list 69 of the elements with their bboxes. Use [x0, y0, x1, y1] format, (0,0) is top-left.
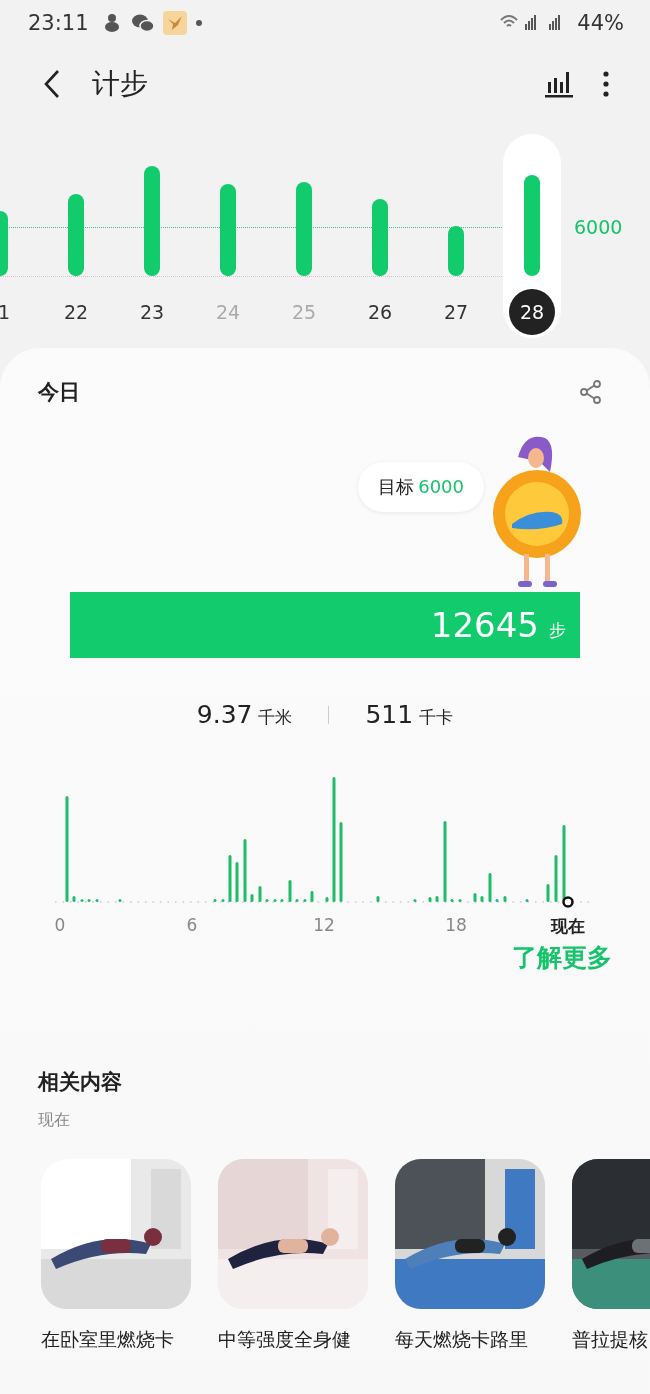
hour-tick-label: 现在	[551, 915, 585, 938]
hour-step-bar	[221, 899, 225, 902]
day-label[interactable]: 22	[53, 289, 99, 335]
hour-step-bar	[435, 896, 439, 902]
hour-step-bar	[280, 899, 284, 902]
hour-step-bar	[413, 899, 417, 902]
page-title: 计步	[92, 66, 148, 102]
status-time: 23:11	[28, 11, 89, 35]
hour-step-bar	[525, 899, 529, 902]
hour-tick-label: 12	[313, 915, 335, 935]
content-title[interactable]: 中等强度全身健	[218, 1327, 368, 1353]
stat-unit: 千卡	[419, 706, 454, 729]
battery-percent: 44%	[577, 11, 624, 35]
steps-unit: 步	[549, 618, 566, 642]
day-label[interactable]: 27	[433, 289, 479, 335]
day-label[interactable]: 23	[129, 289, 175, 335]
hour-step-bar	[250, 894, 254, 902]
hour-step-bar	[72, 896, 76, 902]
content-title[interactable]: 每天燃烧卡路里	[395, 1327, 545, 1353]
stat-value: 9.37	[196, 700, 253, 729]
bird-app-icon	[162, 11, 187, 35]
hour-step-bar	[87, 899, 91, 902]
hour-tick-label: 6	[186, 915, 198, 935]
goal-value: 6000	[574, 216, 623, 238]
hour-step-bar	[503, 896, 507, 902]
hour-tick-label: 18	[445, 915, 467, 935]
more-notifications-icon	[194, 19, 203, 27]
hour-step-bar	[495, 899, 499, 902]
hour-step-bar	[376, 896, 380, 902]
steps-count: 12645	[430, 605, 539, 645]
stat-value: 511	[365, 700, 414, 729]
hour-step-bar	[303, 899, 307, 902]
chat-icon	[130, 12, 155, 34]
hour-step-bar	[450, 899, 454, 902]
hour-step-bar	[310, 891, 314, 902]
hour-step-bar	[554, 855, 558, 902]
related-title: 相关内容	[38, 1069, 123, 1096]
hour-tick-label: 0	[54, 915, 66, 935]
hour-step-bar	[258, 886, 262, 902]
current-time-marker	[562, 896, 574, 908]
hour-step-bar	[265, 899, 269, 902]
hour-step-bar	[288, 880, 292, 902]
hour-step-bar	[473, 893, 477, 902]
hour-step-bar	[118, 899, 122, 902]
hour-step-bar	[80, 899, 84, 902]
related-subtitle: 现在	[38, 1110, 71, 1131]
share-icon[interactable]	[578, 379, 604, 405]
today-title: 今日	[38, 379, 80, 406]
content-title[interactable]: 普拉提核	[572, 1327, 650, 1353]
hour-step-bar	[95, 899, 99, 902]
hour-step-bar	[243, 839, 247, 902]
day-label[interactable]: 26	[357, 289, 403, 335]
chart-icon[interactable]	[544, 70, 574, 98]
hour-step-bar	[325, 897, 329, 902]
hour-step-bar	[235, 862, 239, 902]
hour-step-bar	[428, 897, 432, 902]
more-options-icon[interactable]	[602, 70, 610, 98]
hour-step-bar	[228, 855, 232, 902]
hour-step-bar	[273, 899, 277, 902]
hour-step-bar	[546, 884, 550, 902]
hour-step-bar	[480, 896, 484, 902]
hour-step-bar	[295, 899, 299, 902]
day-label[interactable]: 1	[0, 289, 38, 335]
hour-step-bar	[458, 899, 462, 902]
goal-bubble: 目标 6000	[358, 462, 484, 512]
content-title[interactable]: 在卧室里燃烧卡	[41, 1327, 191, 1353]
stat-unit: 千米	[258, 706, 293, 729]
hour-step-bar	[488, 873, 492, 902]
hour-step-bar	[213, 899, 217, 902]
